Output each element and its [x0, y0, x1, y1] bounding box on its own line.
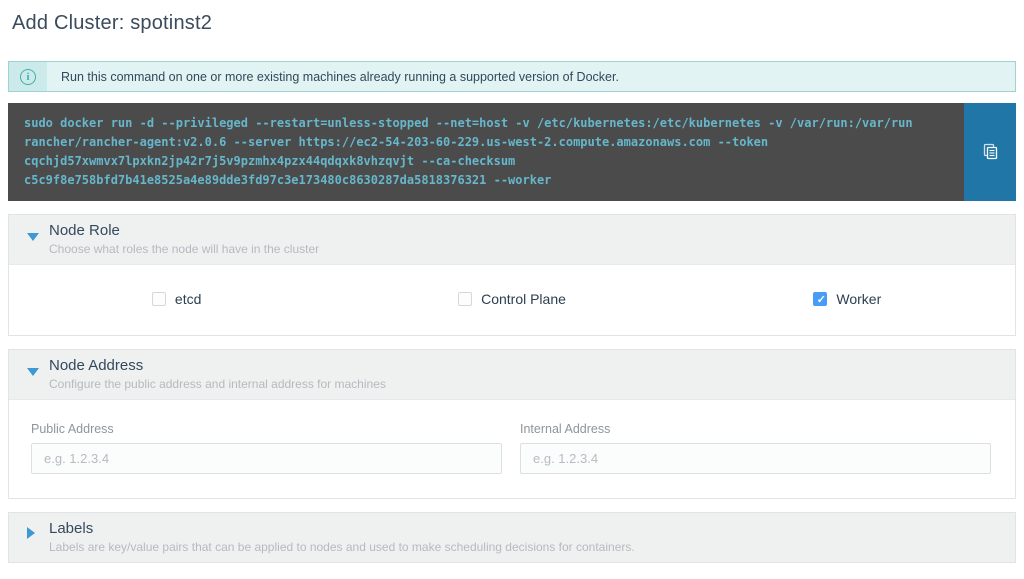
section-node-address-header[interactable]: Node Address Configure the public addres…: [9, 350, 1015, 399]
add-cluster-page: Add Cluster: spotinst2 i Run this comman…: [0, 0, 1024, 579]
node-role-checkbox-row: etcd Control Plane Worker: [9, 265, 1015, 335]
internal-address-label: Internal Address: [520, 422, 991, 436]
page-title: Add Cluster: spotinst2: [8, 8, 1016, 49]
chevron-down-icon: [27, 368, 39, 376]
checkbox-worker[interactable]: Worker: [680, 291, 1015, 307]
info-circle-icon: i: [20, 69, 36, 85]
worker-checkbox-box[interactable]: [813, 292, 827, 306]
checkbox-etcd[interactable]: etcd: [9, 291, 344, 307]
section-subtitle: Configure the public address and interna…: [49, 377, 1001, 391]
worker-checkbox-label[interactable]: Worker: [836, 291, 881, 307]
docker-command-text: sudo docker run -d --privileged --restar…: [8, 103, 964, 201]
section-subtitle: Labels are key/value pairs that can be a…: [49, 540, 1001, 554]
node-address-fields-row: Public Address Internal Address: [9, 400, 1015, 498]
internal-address-input[interactable]: [520, 443, 991, 474]
chevron-right-icon: [27, 527, 35, 539]
public-address-field-group: Public Address: [31, 422, 502, 474]
section-title: Node Address: [49, 357, 1001, 374]
copy-command-button[interactable]: [964, 103, 1016, 201]
docker-command-block: sudo docker run -d --privileged --restar…: [8, 103, 1016, 201]
section-node-role-body: etcd Control Plane Worker: [9, 264, 1015, 335]
info-banner: i Run this command on one or more existi…: [8, 61, 1016, 92]
internal-address-field-group: Internal Address: [520, 422, 991, 474]
control-plane-checkbox-box[interactable]: [458, 292, 472, 306]
clipboard-copy-icon: [981, 142, 999, 163]
public-address-input[interactable]: [31, 443, 502, 474]
info-banner-text: Run this command on one or more existing…: [47, 62, 633, 91]
control-plane-checkbox-label[interactable]: Control Plane: [481, 291, 566, 307]
section-labels: Labels Labels are key/value pairs that c…: [8, 512, 1016, 563]
info-banner-icon-cell: i: [9, 62, 47, 91]
checkbox-control-plane[interactable]: Control Plane: [344, 291, 679, 307]
etcd-checkbox-label[interactable]: etcd: [175, 291, 201, 307]
section-labels-header[interactable]: Labels Labels are key/value pairs that c…: [9, 513, 1015, 562]
public-address-label: Public Address: [31, 422, 502, 436]
section-title: Node Role: [49, 222, 1001, 239]
section-title: Labels: [49, 520, 1001, 537]
section-node-role-header[interactable]: Node Role Choose what roles the node wil…: [9, 215, 1015, 264]
section-node-role: Node Role Choose what roles the node wil…: [8, 214, 1016, 336]
section-subtitle: Choose what roles the node will have in …: [49, 242, 1001, 256]
chevron-down-icon: [27, 233, 39, 241]
section-node-address-body: Public Address Internal Address: [9, 399, 1015, 498]
etcd-checkbox-box[interactable]: [152, 292, 166, 306]
section-node-address: Node Address Configure the public addres…: [8, 349, 1016, 499]
